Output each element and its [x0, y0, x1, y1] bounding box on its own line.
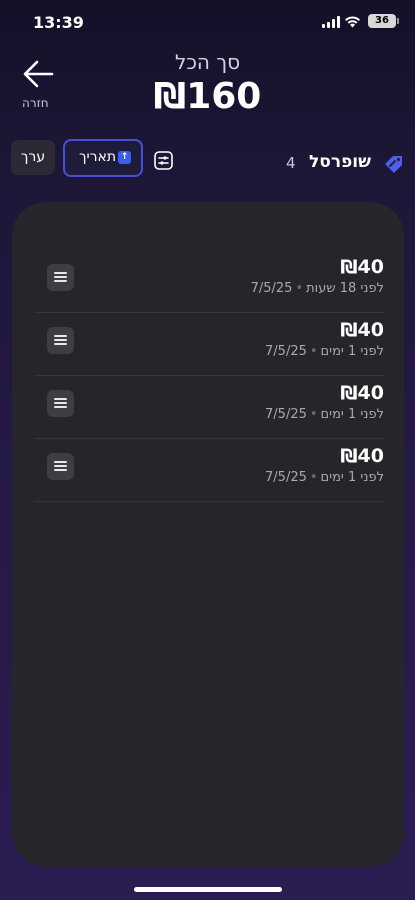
- item-date-line: לפני 1 ימים•7/5/25: [265, 344, 384, 359]
- item-relative-time: לפני 1 ימים: [320, 407, 384, 422]
- list-item[interactable]: ₪40 לפני 18 שעות•7/5/25: [34, 249, 384, 313]
- item-date: 7/5/25: [265, 344, 307, 359]
- item-date: 7/5/25: [250, 281, 293, 296]
- items-card: ₪40 לפני 18 שעות•7/5/25 ₪40 לפני 1 ימים•…: [12, 202, 404, 867]
- item-date-line: לפני 18 שעות•7/5/25: [250, 281, 384, 296]
- filter-icon[interactable]: [154, 151, 173, 170]
- item-date: 7/5/25: [265, 470, 307, 485]
- list-item[interactable]: ₪40 לפני 1 ימים•7/5/25: [34, 375, 384, 439]
- sort-up-icon: ↑: [118, 151, 131, 164]
- item-amount: ₪40: [340, 319, 384, 341]
- menu-icon[interactable]: [47, 264, 74, 291]
- total-value: ₪160: [153, 76, 262, 117]
- cellular-signal-icon: [322, 16, 340, 28]
- menu-icon[interactable]: [47, 390, 74, 417]
- list-item[interactable]: ₪40 לפני 1 ימים•7/5/25: [34, 438, 384, 502]
- store-count: 4: [286, 154, 296, 172]
- status-time: 13:39: [33, 13, 84, 32]
- item-date-line: לפני 1 ימים•7/5/25: [265, 470, 384, 485]
- tag-icon: [385, 156, 402, 173]
- item-date-line: לפני 1 ימים•7/5/25: [265, 407, 384, 422]
- item-relative-time: לפני 18 שעות: [306, 281, 384, 296]
- item-date: 7/5/25: [265, 407, 307, 422]
- item-amount: ₪40: [340, 256, 384, 278]
- status-bar: 13:39 36: [0, 0, 415, 44]
- item-amount: ₪40: [340, 382, 384, 404]
- home-indicator[interactable]: [134, 887, 282, 892]
- store-name: שופרסל: [309, 152, 371, 172]
- total-label: סך הכל: [174, 50, 241, 74]
- menu-icon[interactable]: [47, 453, 74, 480]
- battery-nub: [397, 18, 399, 24]
- sort-label: תאריך: [79, 149, 117, 165]
- battery-icon: 36: [368, 14, 396, 28]
- menu-icon[interactable]: [47, 327, 74, 354]
- list-item[interactable]: ₪40 לפני 1 ימים•7/5/25: [34, 312, 384, 376]
- item-relative-time: לפני 1 ימים: [320, 344, 384, 359]
- edit-button[interactable]: ערך: [11, 140, 55, 175]
- item-relative-time: לפני 1 ימים: [320, 470, 384, 485]
- wifi-icon: [345, 16, 360, 28]
- sort-date-button[interactable]: תאריך ↑: [63, 139, 143, 177]
- item-amount: ₪40: [340, 445, 384, 467]
